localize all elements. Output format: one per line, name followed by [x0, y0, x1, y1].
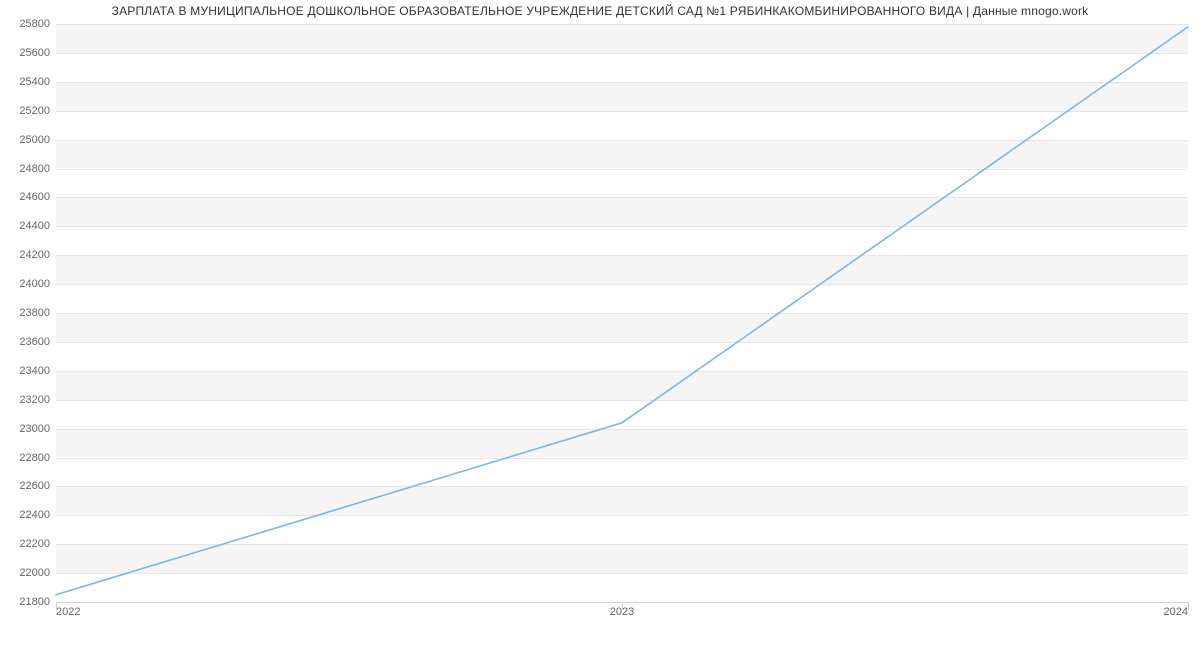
x-tick [1188, 602, 1189, 610]
y-tick-label: 22200 [6, 538, 50, 550]
y-tick-label: 22000 [6, 567, 50, 579]
y-tick-label: 22400 [6, 509, 50, 521]
y-tick-label: 25400 [6, 76, 50, 88]
line-series [56, 24, 1188, 602]
plot-area [56, 24, 1188, 602]
x-tick-label: 2023 [610, 606, 634, 618]
x-tick-label: 2022 [56, 606, 80, 618]
y-tick-label: 23600 [6, 336, 50, 348]
y-tick-label: 23200 [6, 394, 50, 406]
y-tick-label: 24200 [6, 249, 50, 261]
y-tick-label: 23400 [6, 365, 50, 377]
y-tick-label: 22600 [6, 480, 50, 492]
y-tick-label: 25800 [6, 18, 50, 30]
x-tick-label: 2024 [1164, 606, 1188, 618]
y-tick-label: 25000 [6, 134, 50, 146]
chart-container: ЗАРПЛАТА В МУНИЦИПАЛЬНОЕ ДОШКОЛЬНОЕ ОБРА… [0, 0, 1200, 650]
y-tick-label: 23800 [6, 307, 50, 319]
y-tick-label: 24800 [6, 163, 50, 175]
y-tick-label: 23000 [6, 423, 50, 435]
y-tick-label: 24000 [6, 278, 50, 290]
y-tick-label: 21800 [6, 596, 50, 608]
y-tick-label: 25200 [6, 105, 50, 117]
y-tick-label: 25600 [6, 47, 50, 59]
y-tick-label: 22800 [6, 452, 50, 464]
chart-title: ЗАРПЛАТА В МУНИЦИПАЛЬНОЕ ДОШКОЛЬНОЕ ОБРА… [0, 4, 1200, 18]
y-tick-label: 24400 [6, 220, 50, 232]
y-tick-label: 24600 [6, 191, 50, 203]
